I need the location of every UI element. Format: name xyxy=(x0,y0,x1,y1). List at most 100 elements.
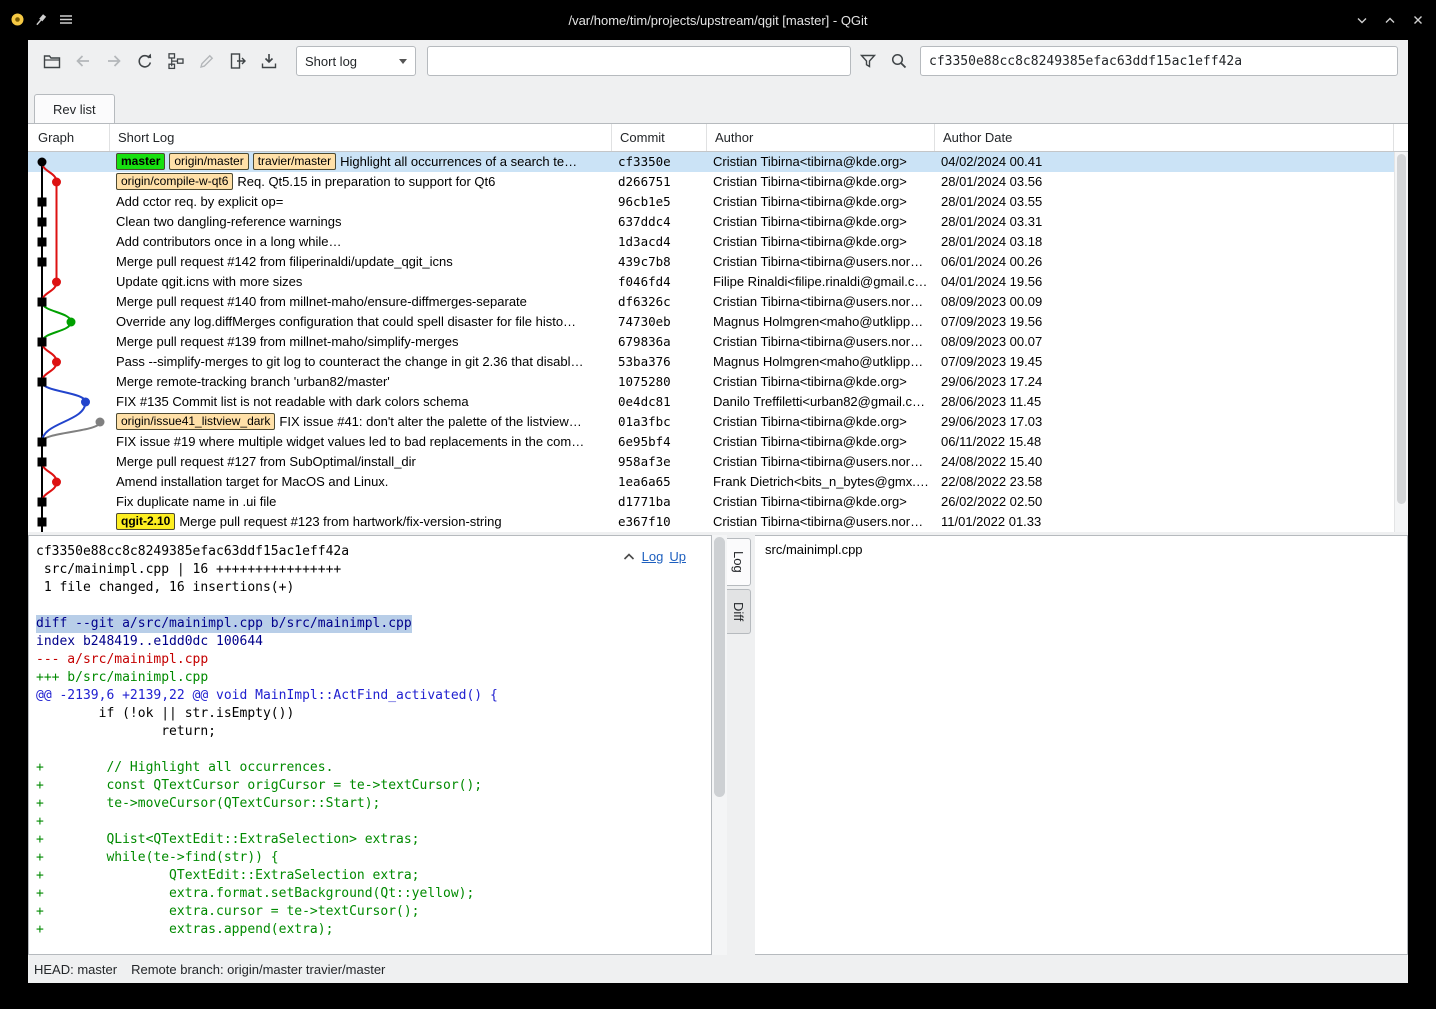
refresh-button[interactable] xyxy=(131,47,159,75)
commit-row[interactable]: Add cctor req. by explicit op=96cb1e5Cri… xyxy=(28,192,1408,212)
commit-row[interactable]: Merge pull request #140 from millnet-mah… xyxy=(28,292,1408,312)
minimize-icon[interactable] xyxy=(1354,12,1370,28)
column-header-graph[interactable]: Graph xyxy=(28,124,110,151)
save-patch-button[interactable] xyxy=(255,47,283,75)
diff-scrollbar[interactable] xyxy=(712,535,727,955)
graph-cell xyxy=(28,372,110,392)
scroll-top-icon[interactable] xyxy=(622,549,636,564)
menu-icon[interactable] xyxy=(58,12,74,32)
view-mode-select[interactable]: Short log xyxy=(296,46,416,76)
file-list-item[interactable]: src/mainimpl.cpp xyxy=(765,541,1397,559)
commit-row[interactable]: Merge pull request #127 from SubOptimal/… xyxy=(28,452,1408,472)
commit-sha: 1075280 xyxy=(612,372,707,392)
diff-line xyxy=(36,597,707,615)
diff-line: diff --git a/src/mainimpl.cpp b/src/main… xyxy=(36,615,412,633)
search-icon[interactable] xyxy=(885,47,913,75)
open-repository-button[interactable] xyxy=(38,47,66,75)
commit-subject: Req. Qt5.15 in preparation to support fo… xyxy=(237,174,495,189)
column-header-commit[interactable]: Commit xyxy=(612,124,707,151)
commit-subject-cell: Add cctor req. by explicit op= xyxy=(110,192,612,212)
close-icon[interactable] xyxy=(1410,12,1426,28)
commit-row[interactable]: Merge pull request #139 from millnet-mah… xyxy=(28,332,1408,352)
commit-date: 28/06/2023 11.45 xyxy=(935,392,1408,412)
back-button[interactable] xyxy=(69,47,97,75)
commit-subject-cell: origin/issue41_listview_darkFIX issue #4… xyxy=(110,412,612,432)
tree-view-button[interactable] xyxy=(162,47,190,75)
tab-log[interactable]: Log xyxy=(727,538,751,586)
commit-row[interactable]: FIX #135 Commit list is not readable wit… xyxy=(28,392,1408,412)
commit-sha: 6e95bf4 xyxy=(612,432,707,452)
maximize-icon[interactable] xyxy=(1382,12,1398,28)
ref-badge: origin/master xyxy=(169,153,248,170)
commit-date: 22/08/2022 23.58 xyxy=(935,472,1408,492)
column-header-author[interactable]: Author xyxy=(707,124,935,151)
diff-line: + const QTextCursor origCursor = te->tex… xyxy=(36,777,707,795)
commit-date: 28/01/2024 03.55 xyxy=(935,192,1408,212)
toolbar: Short log xyxy=(28,40,1408,82)
commit-subject: Override any log.diffMerges configuratio… xyxy=(116,314,576,329)
commit-author: Magnus Holmgren<maho@utklipp… xyxy=(707,352,935,372)
diff-line: + while(te->find(str)) { xyxy=(36,849,707,867)
commit-subject-cell: FIX #135 Commit list is not readable wit… xyxy=(110,392,612,412)
commit-sha: df6326c xyxy=(612,292,707,312)
forward-button[interactable] xyxy=(100,47,128,75)
diff-scrollbar-thumb[interactable] xyxy=(714,537,725,797)
bottom-panes: cf3350e88cc8c8249385efac63ddf15ac1eff42a… xyxy=(28,535,1408,955)
apply-patch-button[interactable] xyxy=(224,47,252,75)
pin-icon[interactable] xyxy=(34,12,49,32)
commit-sha: e367f10 xyxy=(612,512,707,532)
edit-button[interactable] xyxy=(193,47,221,75)
diff-line: --- a/src/mainimpl.cpp xyxy=(36,651,707,669)
commit-row[interactable]: Clean two dangling-reference warnings637… xyxy=(28,212,1408,232)
rev-list-scrollbar[interactable] xyxy=(1394,152,1408,532)
status-head: HEAD: master xyxy=(34,962,117,977)
diff-line: + QList<QTextEdit::ExtraSelection> extra… xyxy=(36,831,707,849)
table-header: Graph Short Log Commit Author Author Dat… xyxy=(28,124,1408,152)
commit-row[interactable]: Merge remote-tracking branch 'urban82/ma… xyxy=(28,372,1408,392)
scrollbar-thumb[interactable] xyxy=(1397,154,1406,504)
commit-author: Filipe Rinaldi<filipe.rinaldi@gmail.c… xyxy=(707,272,935,292)
commit-date: 07/09/2023 19.56 xyxy=(935,312,1408,332)
commit-subject: Merge pull request #139 from millnet-mah… xyxy=(116,334,458,349)
sha-input[interactable] xyxy=(920,46,1398,76)
diff-line: cf3350e88cc8c8249385efac63ddf15ac1eff42a xyxy=(36,543,707,561)
tab-diff[interactable]: Diff xyxy=(727,589,751,634)
diff-line: + extra.format.setBackground(Qt::yellow)… xyxy=(36,885,707,903)
commit-row[interactable]: Override any log.diffMerges configuratio… xyxy=(28,312,1408,332)
commit-row[interactable]: origin/issue41_listview_darkFIX issue #4… xyxy=(28,412,1408,432)
commit-sha: 1d3acd4 xyxy=(612,232,707,252)
commit-row[interactable]: Update qgit.icns with more sizesf046fd4F… xyxy=(28,272,1408,292)
tab-rev-list[interactable]: Rev list xyxy=(34,94,115,123)
commit-row[interactable]: masterorigin/mastertravier/masterHighlig… xyxy=(28,152,1408,172)
commit-row[interactable]: FIX issue #19 where multiple widget valu… xyxy=(28,432,1408,452)
commit-subject: Merge pull request #127 from SubOptimal/… xyxy=(116,454,416,469)
column-header-short-log[interactable]: Short Log xyxy=(110,124,612,151)
commit-row[interactable]: Add contributors once in a long while… 1d… xyxy=(28,232,1408,252)
diff-pane[interactable]: cf3350e88cc8c8249385efac63ddf15ac1eff42a… xyxy=(28,535,712,955)
commit-subject: Add contributors once in a long while… xyxy=(116,234,341,249)
graph-cell xyxy=(28,312,110,332)
commit-subject-cell: origin/compile-w-qt6Req. Qt5.15 in prepa… xyxy=(110,172,612,192)
commit-author: Cristian Tibirna<tibirna@kde.org> xyxy=(707,212,935,232)
commit-author: Cristian Tibirna<tibirna@kde.org> xyxy=(707,192,935,212)
commit-sha: 96cb1e5 xyxy=(612,192,707,212)
column-header-author-date[interactable]: Author Date xyxy=(935,124,1394,151)
filter-icon[interactable] xyxy=(854,47,882,75)
commit-author: Danilo Treffiletti<urban82@gmail.c… xyxy=(707,392,935,412)
graph-cell xyxy=(28,292,110,312)
commit-row[interactable]: Pass --simplify-merges to git log to cou… xyxy=(28,352,1408,372)
commit-row[interactable]: origin/compile-w-qt6Req. Qt5.15 in prepa… xyxy=(28,172,1408,192)
diff-line: 1 file changed, 16 insertions(+) xyxy=(36,579,707,597)
commit-subject-cell: Merge pull request #127 from SubOptimal/… xyxy=(110,452,612,472)
filter-input[interactable] xyxy=(427,46,851,76)
log-link[interactable]: Log xyxy=(642,549,664,564)
commit-row[interactable]: qgit-2.10Merge pull request #123 from ha… xyxy=(28,512,1408,532)
diff-line: @@ -2139,6 +2139,22 @@ void MainImpl::Ac… xyxy=(36,687,707,705)
commit-sha: 958af3e xyxy=(612,452,707,472)
up-link[interactable]: Up xyxy=(669,549,686,564)
commit-row[interactable]: Merge pull request #142 from filiperinal… xyxy=(28,252,1408,272)
commit-author: Cristian Tibirna<tibirna@kde.org> xyxy=(707,232,935,252)
commit-row[interactable]: Amend installation target for MacOS and … xyxy=(28,472,1408,492)
graph-cell xyxy=(28,192,110,212)
commit-row[interactable]: Fix duplicate name in .ui filed1771baCri… xyxy=(28,492,1408,512)
